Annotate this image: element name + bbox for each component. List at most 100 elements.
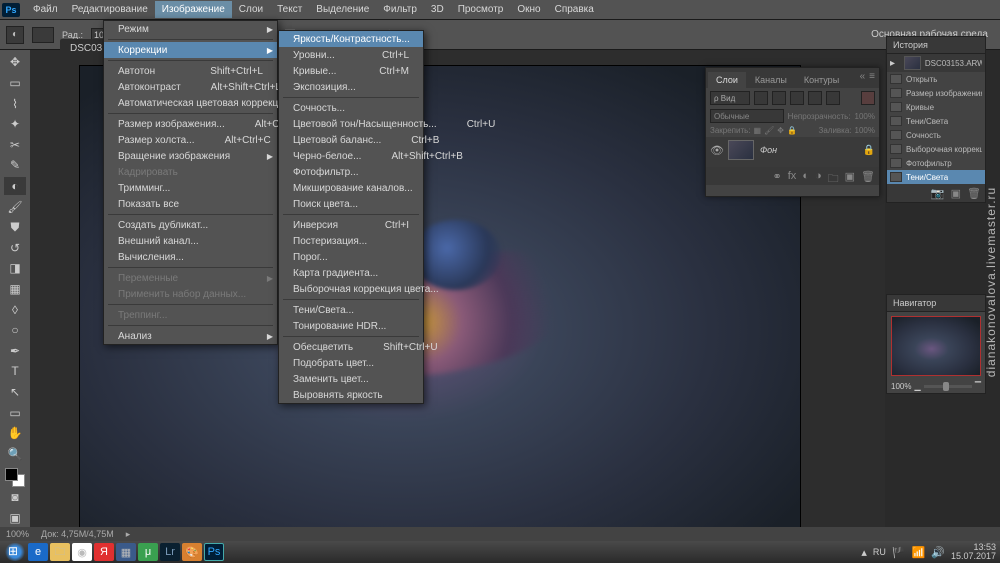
menu-item[interactable]: Тени/Света... (279, 302, 423, 318)
brush-tool[interactable]: 🖌 (4, 197, 26, 216)
menu-item[interactable]: Карта градиента... (279, 265, 423, 281)
tray-clock[interactable]: 13:53 15.07.2017 (951, 543, 996, 562)
layers-panel[interactable]: Слои Каналы Контуры «≡ ρ Вид Обычные Неп… (705, 67, 880, 197)
menu-item[interactable]: Размер изображения...Alt+Ctrl+I (104, 116, 277, 132)
trash-icon[interactable]: 🗑 (967, 187, 981, 199)
tab-layers[interactable]: Слои (708, 72, 746, 88)
hand-tool[interactable]: ✋ (4, 424, 26, 443)
layer-thumbnail[interactable] (728, 140, 754, 160)
filter-smart-icon[interactable] (826, 91, 840, 105)
start-button[interactable] (4, 543, 26, 561)
trash-icon[interactable]: 🗑 (861, 170, 875, 182)
lock-pixels-icon[interactable]: 🖌 (764, 126, 774, 135)
navigator-preview[interactable] (891, 316, 981, 376)
tray-lang[interactable]: RU (873, 547, 886, 557)
eyedropper-tool[interactable]: ✎ (4, 156, 26, 175)
screen-mode[interactable]: ▣ (4, 508, 26, 527)
menu-редактирование[interactable]: Редактирование (65, 1, 155, 18)
quickmask-toggle[interactable]: ◙ (4, 488, 26, 507)
color-swatches[interactable] (5, 468, 25, 487)
filter-type-icon[interactable] (790, 91, 804, 105)
adjust-icon[interactable]: ◑ (815, 170, 822, 182)
menu-item[interactable]: АвтоконтрастAlt+Shift+Ctrl+L (104, 79, 277, 95)
layer-row-background[interactable]: 👁 Фон 🔒 (706, 137, 879, 163)
menu-item[interactable]: Фотофильтр... (279, 164, 423, 180)
panel-menu-icon[interactable]: ≡ (869, 71, 875, 82)
history-step[interactable]: Размер изображения (887, 86, 985, 100)
taskbar-ie-icon[interactable]: e (28, 543, 48, 561)
mask-icon[interactable]: ◐ (802, 170, 809, 182)
tool-preset-picker[interactable]: ◐ (6, 26, 24, 44)
menu-item[interactable]: Внешний канал... (104, 233, 277, 249)
layer-filter-kind[interactable]: ρ Вид (710, 91, 750, 105)
taskbar-explorer-icon[interactable]: 🗀 (50, 543, 70, 561)
folder-icon[interactable]: 🗀 (828, 170, 839, 182)
menu-item[interactable]: Размер холста...Alt+Ctrl+C (104, 132, 277, 148)
menu-item[interactable]: Вращение изображения▶ (104, 148, 277, 164)
nav-zoom-value[interactable]: 100% (891, 382, 911, 391)
history-step[interactable]: Выборочная коррекция ц... (887, 142, 985, 156)
history-step[interactable]: Открыть (887, 72, 985, 86)
history-brush-source-icon[interactable]: ▸ (890, 58, 900, 69)
history-step[interactable]: Тени/Света (887, 114, 985, 128)
tab-channels[interactable]: Каналы (747, 72, 795, 88)
menu-фильтр[interactable]: Фильтр (376, 1, 424, 18)
menu-item[interactable]: Цветовой баланс...Ctrl+B (279, 132, 423, 148)
opacity-value[interactable]: 100% (855, 112, 875, 121)
taskbar-app-icon[interactable]: ▦ (116, 543, 136, 561)
zoom-slider[interactable] (924, 385, 972, 388)
filter-toggle-icon[interactable] (861, 91, 875, 105)
menu-item[interactable]: Яркость/Контрастность... (279, 31, 423, 47)
menu-item[interactable]: Коррекции▶ (104, 42, 277, 58)
fill-value[interactable]: 100% (855, 126, 875, 135)
shape-tool[interactable]: ▭ (4, 403, 26, 422)
menu-файл[interactable]: Файл (26, 1, 65, 18)
menu-item[interactable]: Выровнять яркость (279, 387, 423, 403)
collapse-icon[interactable]: « (860, 71, 866, 82)
menu-item[interactable]: Постеризация... (279, 233, 423, 249)
menu-просмотр[interactable]: Просмотр (451, 1, 511, 18)
dodge-tool[interactable]: ○ (4, 321, 26, 340)
menu-item[interactable]: ОбесцветитьShift+Ctrl+U (279, 339, 423, 355)
menu-item[interactable]: Создать дубликат... (104, 217, 277, 233)
new-doc-icon[interactable]: ▣ (951, 187, 961, 199)
menu-item[interactable]: Кривые...Ctrl+M (279, 63, 423, 79)
link-icon[interactable]: ⚭ (773, 170, 782, 182)
filter-adjust-icon[interactable] (772, 91, 786, 105)
menu-текст[interactable]: Текст (270, 1, 309, 18)
menu-item[interactable]: Выборочная коррекция цвета... (279, 281, 423, 297)
history-step[interactable]: Тени/Света (887, 170, 985, 184)
menu-item[interactable]: Экспозиция... (279, 79, 423, 95)
status-zoom[interactable]: 100% (6, 529, 29, 539)
new-layer-icon[interactable]: ▣ (845, 170, 855, 182)
blur-tool[interactable]: ◊ (4, 300, 26, 319)
blend-mode[interactable]: Обычные (710, 109, 784, 123)
magic-wand-tool[interactable]: ✦ (4, 115, 26, 134)
menu-item[interactable]: Вычисления... (104, 249, 277, 265)
menu-item[interactable]: Цветовой тон/Насыщенность...Ctrl+U (279, 116, 423, 132)
menu-item[interactable]: Микширование каналов... (279, 180, 423, 196)
zoom-tool[interactable]: 🔍 (4, 445, 26, 464)
tray-up-icon[interactable]: ▴ (861, 546, 867, 559)
history-brush-tool[interactable]: ↺ (4, 238, 26, 257)
lock-pos-icon[interactable]: ✥ (777, 126, 784, 135)
marquee-tool[interactable]: ▭ (4, 74, 26, 93)
menu-справка[interactable]: Справка (548, 1, 601, 18)
status-arrow-icon[interactable]: ▸ (126, 529, 131, 540)
menu-изображение[interactable]: Изображение (155, 1, 232, 18)
new-snapshot-icon[interactable]: 📷 (931, 187, 945, 199)
history-step[interactable]: Кривые (887, 100, 985, 114)
zoom-in-icon[interactable]: ▔ (975, 382, 981, 391)
tray-flag-icon[interactable]: 🏴 (892, 546, 906, 559)
lock-trans-icon[interactable]: ▦ (754, 126, 762, 135)
menu-item[interactable]: Поиск цвета... (279, 196, 423, 212)
crop-tool[interactable]: ✂ (4, 135, 26, 154)
menu-выделение[interactable]: Выделение (309, 1, 376, 18)
taskbar-utorrent-icon[interactable]: μ (138, 543, 158, 561)
path-tool[interactable]: ↖ (4, 383, 26, 402)
lock-all-icon[interactable]: 🔒 (787, 126, 797, 135)
menu-item[interactable]: Подобрать цвет... (279, 355, 423, 371)
healing-brush-tool[interactable]: ◐ (4, 177, 26, 196)
taskbar-paint-icon[interactable]: 🎨 (182, 543, 202, 561)
taskbar-photoshop-icon[interactable]: Ps (204, 543, 224, 561)
